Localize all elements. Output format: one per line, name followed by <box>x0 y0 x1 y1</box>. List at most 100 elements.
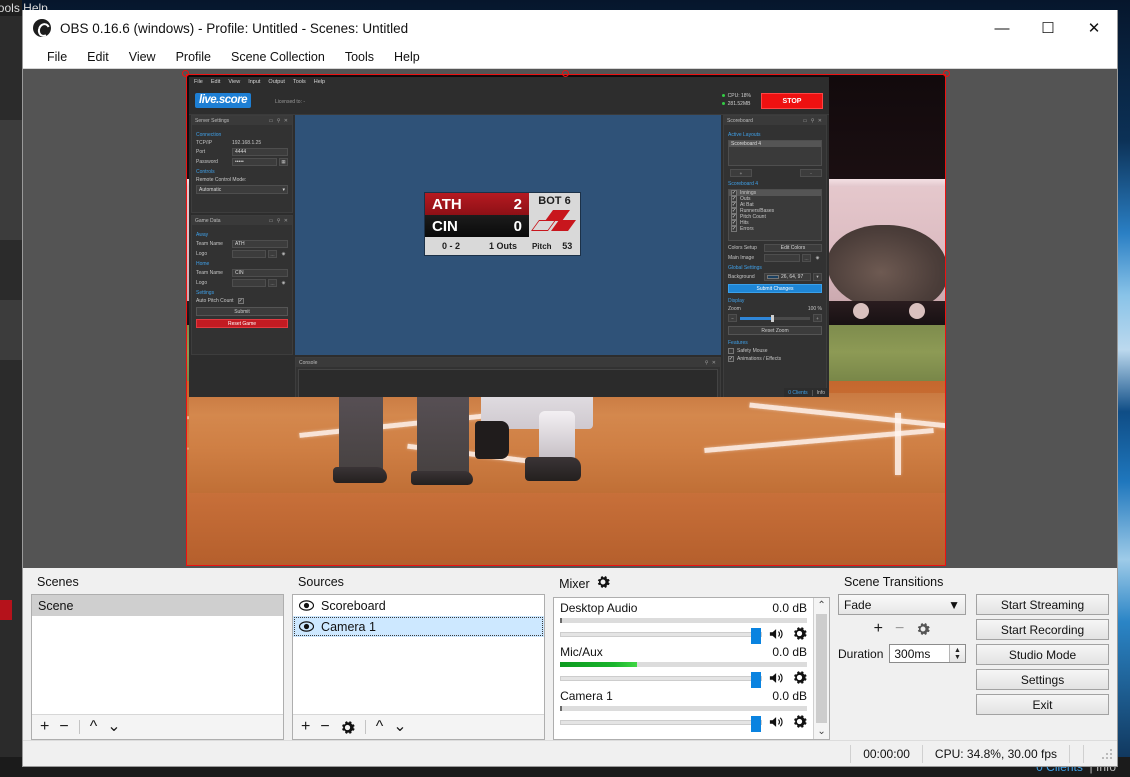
background-window-left[interactable] <box>0 0 22 777</box>
home-logo-input[interactable] <box>232 279 266 287</box>
mixer-channel-desktop-audio[interactable]: Desktop Audio 0.0 dB <box>560 601 808 644</box>
source-item-scoreboard[interactable]: Scoreboard <box>293 595 544 616</box>
qr-code-icon[interactable]: ▦ <box>279 158 288 166</box>
livescore-menu-input[interactable]: Input <box>248 79 260 85</box>
sources-list[interactable]: Scoreboard Camera 1 <box>293 595 545 714</box>
mixer-volume-knob-desktop[interactable] <box>751 628 762 644</box>
mixer-gear-icon-desktop[interactable] <box>792 626 807 643</box>
zoom-in-button[interactable]: + <box>813 314 822 322</box>
transition-add-button[interactable]: + <box>874 621 883 637</box>
mixer-gear-icon-camera[interactable] <box>792 714 807 731</box>
mixer-frame[interactable]: Desktop Audio 0.0 dB Mic/Aux 0.0 dB Came… <box>553 597 831 740</box>
livescore-menu-file[interactable]: File <box>194 79 203 85</box>
duration-step-up[interactable]: ▲ <box>954 647 961 654</box>
active-layout-selected[interactable]: Scoreboard 4 <box>729 141 821 147</box>
zoom-out-button[interactable]: − <box>728 314 737 322</box>
mixer-volume-slider-desktop[interactable] <box>560 628 763 644</box>
livescore-menu-output[interactable]: Output <box>268 79 285 85</box>
port-input[interactable]: 4444 <box>232 148 288 156</box>
console-window-buttons[interactable]: ⚲ ✕ <box>705 360 717 366</box>
scene-move-up-button[interactable]: ^ <box>90 719 98 735</box>
mixer-channel-camera-1[interactable]: Camera 1 0.0 dB <box>560 689 808 732</box>
maximize-button[interactable]: ☐ <box>1025 10 1071 46</box>
menu-file[interactable]: File <box>37 48 77 66</box>
mixer-volume-knob-mic[interactable] <box>751 672 762 688</box>
zoom-slider-row[interactable]: − + <box>728 314 822 322</box>
safety-mouse-row[interactable]: Safety Mouse <box>728 348 822 354</box>
livescore-menu-edit[interactable]: Edit <box>211 79 220 85</box>
source-properties-gear-icon[interactable] <box>340 720 355 735</box>
scene-item-scene[interactable]: Scene <box>32 595 284 616</box>
preview-canvas[interactable]: File Edit View Input Output Tools Help l… <box>187 75 945 565</box>
menu-tools[interactable]: Tools <box>335 48 384 66</box>
reset-game-button[interactable]: Reset Game <box>196 319 288 328</box>
duration-step-down[interactable]: ▼ <box>954 654 961 661</box>
transition-properties-gear-icon[interactable] <box>916 622 931 636</box>
source-add-button[interactable]: + <box>301 719 310 735</box>
server-settings-window-buttons[interactable]: ▭ ⚲ ✕ <box>269 118 289 124</box>
close-button[interactable]: ✕ <box>1071 10 1117 46</box>
livescore-menu-help[interactable]: Help <box>314 79 325 85</box>
home-team-input[interactable]: CIN <box>232 269 288 277</box>
transition-select[interactable]: Fade ▼ <box>838 594 967 615</box>
menu-profile[interactable]: Profile <box>166 48 221 66</box>
menu-help[interactable]: Help <box>384 48 430 66</box>
mixer-settings-gear-icon[interactable] <box>596 575 610 592</box>
password-input[interactable]: ••••• <box>232 158 277 166</box>
exit-button[interactable]: Exit <box>976 694 1110 715</box>
safety-mouse-checkbox[interactable] <box>728 348 734 354</box>
background-color-chevron-down-icon[interactable]: ▾ <box>813 273 822 281</box>
layout-remove-button[interactable]: - <box>800 169 822 177</box>
home-logo-gear-icon[interactable]: ✷ <box>279 279 288 287</box>
mixer-scrollbar[interactable]: ⌃ ⌄ <box>813 598 830 739</box>
mute-speaker-icon-camera[interactable] <box>769 715 785 731</box>
livescore-stage[interactable]: ATH 2 CIN 0 0 - 2 1 Outs BOT 6 Pitch 53 <box>295 115 721 355</box>
livescore-menu-view[interactable]: View <box>228 79 240 85</box>
source-item-camera-1[interactable]: Camera 1 <box>293 616 545 637</box>
source-remove-button[interactable]: − <box>320 719 329 735</box>
element-checkbox-errors[interactable] <box>731 226 737 232</box>
settings-button[interactable]: Settings <box>976 669 1110 690</box>
mixer-channel-mic-aux[interactable]: Mic/Aux 0.0 dB <box>560 645 808 688</box>
game-data-window-buttons[interactable]: ▭ ⚲ ✕ <box>269 218 289 224</box>
duration-stepper[interactable]: ▲ ▼ <box>949 645 966 662</box>
animations-row[interactable]: Animations / Effects <box>728 356 822 362</box>
away-logo-browse-button[interactable]: … <box>268 250 277 258</box>
layout-add-button[interactable]: + <box>730 169 752 177</box>
menu-scene-collection[interactable]: Scene Collection <box>221 48 335 66</box>
mixer-gear-icon-mic[interactable] <box>792 670 807 687</box>
background-color-select[interactable]: 26, 64, 97 <box>764 273 811 281</box>
scene-add-button[interactable]: + <box>40 719 49 735</box>
menu-view[interactable]: View <box>119 48 166 66</box>
zoom-slider[interactable] <box>740 314 810 322</box>
animations-checkbox[interactable] <box>728 356 734 362</box>
transition-remove-button[interactable]: − <box>895 621 904 637</box>
source-move-up-button[interactable]: ^ <box>376 719 384 735</box>
main-image-browse-button[interactable]: … <box>802 254 811 262</box>
scoreboard-elements-list[interactable]: Innings Outs At Bat <box>728 189 822 241</box>
console-output[interactable] <box>298 369 718 397</box>
mixer-volume-slider-camera[interactable] <box>560 716 763 732</box>
main-image-gear-icon[interactable]: ✷ <box>813 254 822 262</box>
scene-remove-button[interactable]: − <box>59 719 68 735</box>
active-layouts-list[interactable]: Scoreboard 4 <box>728 140 822 166</box>
main-image-input[interactable] <box>764 254 800 262</box>
menu-edit[interactable]: Edit <box>77 48 119 66</box>
submit-changes-button[interactable]: Submit Changes <box>728 284 822 293</box>
mute-speaker-icon-desktop[interactable] <box>769 627 785 643</box>
preview-area[interactable]: File Edit View Input Output Tools Help l… <box>23 68 1117 568</box>
eye-icon-scoreboard[interactable] <box>299 600 315 611</box>
scoreboard-dock[interactable]: Scoreboard ▭ ⚲ ✕ Active Layouts Scoreboa… <box>723 115 827 397</box>
mixer-volume-knob-camera[interactable] <box>751 716 762 732</box>
mixer-scroll-thumb[interactable] <box>816 614 828 723</box>
duration-input[interactable]: 300ms ▲ ▼ <box>889 644 967 663</box>
away-logo-input[interactable] <box>232 250 266 258</box>
source-move-down-button[interactable]: ⌄ <box>393 719 406 735</box>
home-logo-browse-button[interactable]: … <box>268 279 277 287</box>
scenes-list[interactable]: Scene <box>32 595 284 714</box>
livescore-menu-tools[interactable]: Tools <box>293 79 306 85</box>
game-data-dock[interactable]: Game Data ▭ ⚲ ✕ Away Team Name ATH Logo <box>191 215 293 355</box>
studio-mode-button[interactable]: Studio Mode <box>976 644 1110 665</box>
mixer-scroll-up-button[interactable]: ⌃ <box>817 600 825 611</box>
zoom-slider-knob[interactable] <box>770 314 774 322</box>
